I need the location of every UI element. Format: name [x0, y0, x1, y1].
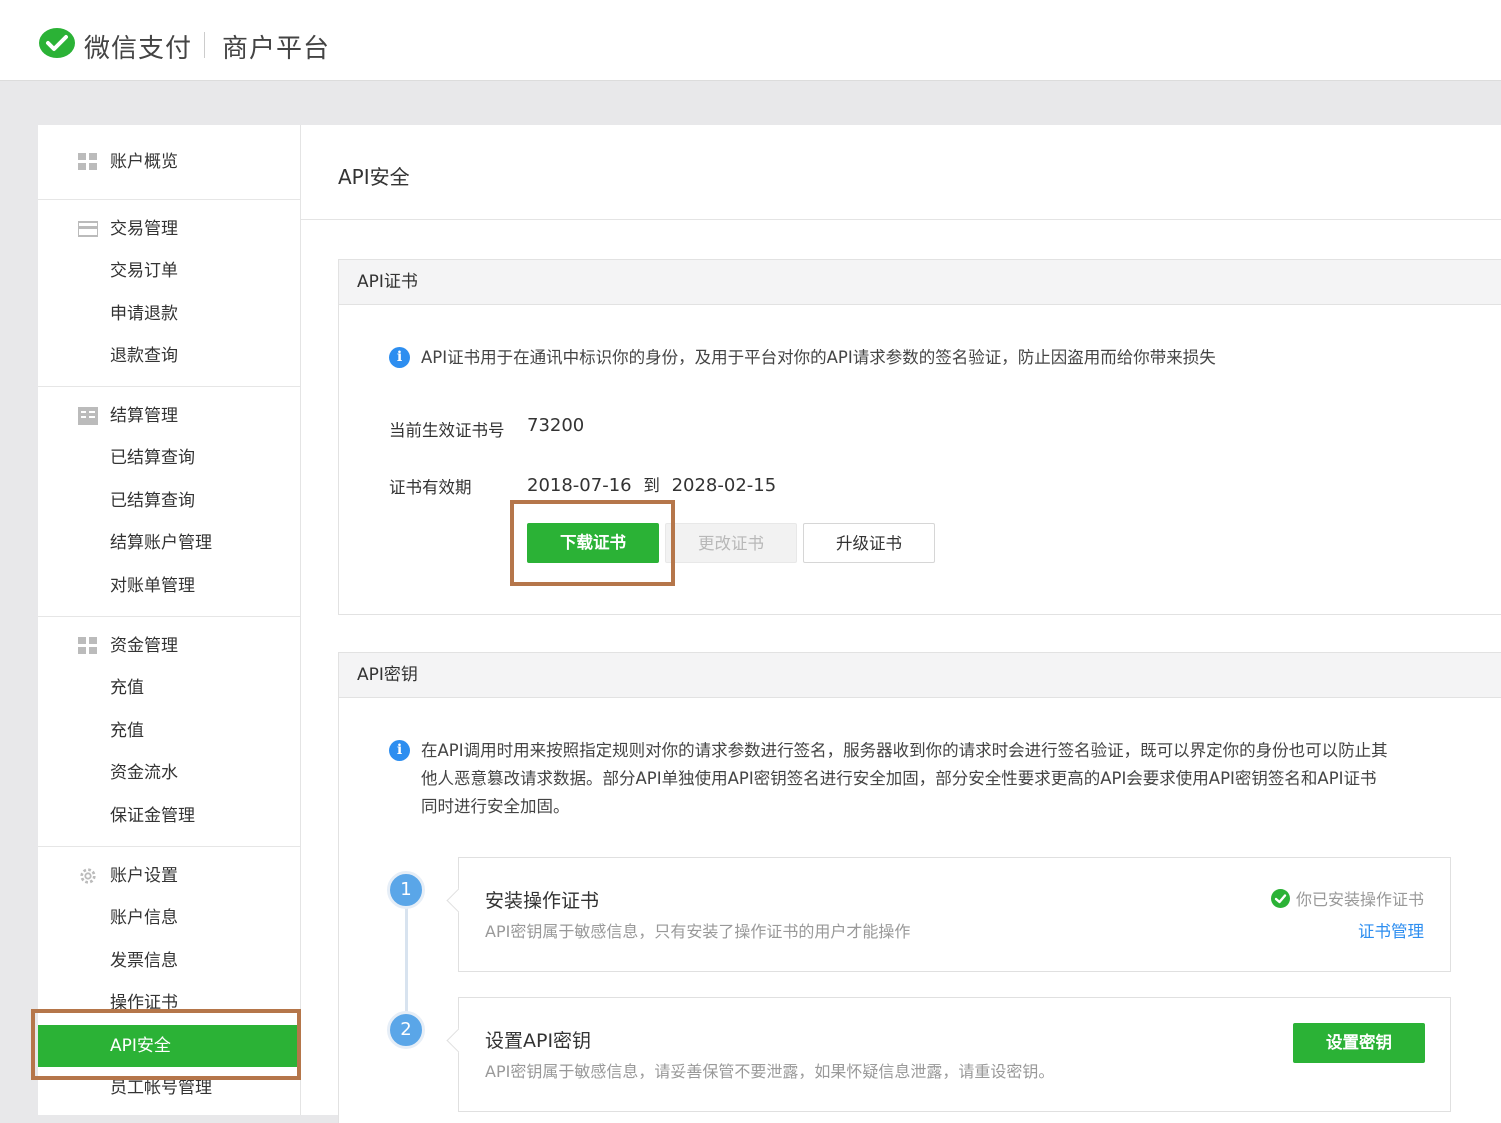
sidebar-item-fund-flow[interactable]: 资金流水: [38, 752, 300, 795]
brand-divider: [204, 32, 205, 58]
sidebar-item-operation-cert[interactable]: 操作证书: [38, 982, 300, 1025]
sidebar-item-trade-management[interactable]: 交易管理: [38, 208, 300, 250]
sidebar-item-account-info[interactable]: 账户信息: [38, 897, 300, 940]
status-text: 你已安装操作证书: [1295, 890, 1424, 909]
validity-label: 证书有效期: [389, 478, 472, 497]
step-number-1: 1: [387, 871, 425, 909]
cert-management-link[interactable]: 证书管理: [1358, 918, 1424, 942]
sidebar-item-settled-query-2[interactable]: 已结算查询: [38, 480, 300, 523]
panel-title: API密钥: [339, 653, 1501, 698]
nav-group-settlement: 结算管理 已结算查询 已结算查询 结算账户管理 对账单管理: [38, 387, 300, 617]
step-card-set-key: 设置API密钥 API密钥属于敏感信息，请妥善保管不要泄露，如果怀疑信息泄露，请…: [458, 997, 1451, 1112]
nav-group-account-settings: 账户设置 账户信息 发票信息 操作证书 API安全 员工帐号管理: [38, 847, 300, 1110]
cert-no-label: 当前生效证书号: [389, 421, 505, 440]
brand-name: 微信支付: [84, 34, 193, 64]
upgrade-cert-button[interactable]: 升级证书: [803, 523, 935, 563]
key-info-line-3: 同时进行安全加固。: [421, 797, 570, 816]
sidebar-item-recharge[interactable]: 充值: [38, 667, 300, 710]
set-key-button[interactable]: 设置密钥: [1293, 1023, 1425, 1063]
step-title: 设置API密钥: [485, 1030, 592, 1052]
validity-to-word: 到: [643, 476, 660, 495]
sidebar-item-settled-query[interactable]: 已结算查询: [38, 437, 300, 480]
key-info-notice: i 在API调用时用来按照指定规则对你的请求参数进行签名，服务器收到你的请求时会…: [389, 737, 1479, 821]
nav-head-label: 账户概览: [110, 152, 178, 172]
sidebar-item-apply-refund[interactable]: 申请退款: [38, 293, 300, 336]
sidebar: 账户概览 交易管理 交易订单 申请退款 退款查询 结算管理 已结算查询 已结算查…: [38, 125, 301, 1115]
nav-group-trade: 交易管理 交易订单 申请退款 退款查询: [38, 200, 300, 387]
sidebar-item-invoice-info[interactable]: 发票信息: [38, 940, 300, 983]
info-icon: i: [389, 347, 410, 368]
nav-head-label: 账户设置: [110, 866, 178, 886]
step-number-2: 2: [387, 1011, 425, 1049]
step-connector-line: [405, 905, 408, 1025]
sidebar-item-settlement-management[interactable]: 结算管理: [38, 395, 300, 437]
download-cert-button[interactable]: 下载证书: [527, 523, 659, 563]
sidebar-item-recharge-2[interactable]: 充值: [38, 710, 300, 753]
sidebar-item-funds-management[interactable]: 资金管理: [38, 625, 300, 667]
sidebar-item-account-overview[interactable]: 账户概览: [38, 141, 300, 183]
validity-to: 2028-02-15: [671, 475, 777, 496]
page-title: API安全: [338, 165, 410, 189]
step-desc: API密钥属于敏感信息，请妥善保管不要泄露，如果怀疑信息泄露，请重设密钥。: [485, 1062, 1055, 1081]
change-cert-button[interactable]: 更改证书: [665, 523, 797, 563]
step-desc: API密钥属于敏感信息，只有安装了操作证书的用户才能操作: [485, 922, 911, 941]
platform-name: 商户平台: [222, 34, 331, 64]
page-title-bar: API安全: [301, 125, 1501, 220]
cert-no-value: 73200: [527, 415, 585, 436]
cert-info-notice: i API证书用于在通讯中标识你的身份，及用于平台对你的API请求参数的签名验证…: [389, 344, 1216, 372]
nav-group-overview: 账户概览: [38, 125, 300, 200]
nav-head-label: 交易管理: [110, 219, 178, 239]
info-icon: i: [389, 740, 410, 761]
main-content: API安全 API证书 i API证书用于在通讯中标识你的身份，及用于平台对你的…: [301, 125, 1501, 1123]
wechat-pay-logo-icon: [39, 28, 75, 58]
cert-installed-status: 你已安装操作证书: [1270, 886, 1424, 910]
key-info-line-1: 在API调用时用来按照指定规则对你的请求参数进行签名，服务器收到你的请求时会进行…: [421, 741, 1388, 760]
sidebar-item-refund-query[interactable]: 退款查询: [38, 335, 300, 378]
step-title: 安装操作证书: [485, 890, 600, 912]
sidebar-item-deposit-management[interactable]: 保证金管理: [38, 795, 300, 838]
nav-group-funds: 资金管理 充值 充值 资金流水 保证金管理: [38, 617, 300, 847]
sidebar-item-api-security[interactable]: API安全: [38, 1024, 300, 1067]
top-header: 微信支付 商户平台: [0, 0, 1501, 81]
sidebar-item-staff-accounts[interactable]: 员工帐号管理: [38, 1067, 300, 1110]
nav-head-label: 结算管理: [110, 406, 178, 426]
validity-value: 2018-07-16 到 2028-02-15: [527, 472, 776, 496]
sidebar-item-account-settings[interactable]: 账户设置: [38, 855, 300, 897]
sidebar-item-settlement-account[interactable]: 结算账户管理: [38, 522, 300, 565]
sidebar-item-statement-management[interactable]: 对账单管理: [38, 565, 300, 608]
gear-icon: [80, 868, 96, 884]
sidebar-item-trade-orders[interactable]: 交易订单: [38, 250, 300, 293]
panel-title: API证书: [339, 260, 1501, 305]
ledger-icon: [78, 407, 98, 425]
grid-icon: [78, 637, 97, 654]
step-card-install-cert: 安装操作证书 API密钥属于敏感信息，只有安装了操作证书的用户才能操作 你已安装…: [458, 857, 1451, 972]
validity-from: 2018-07-16: [527, 475, 632, 496]
key-info-line-2: 他人恶意篡改请求数据。部分API单独使用API密钥签名进行安全加固，部分安全性要…: [421, 769, 1377, 788]
api-cert-panel: API证书 i API证书用于在通讯中标识你的身份，及用于平台对你的API请求参…: [338, 259, 1501, 615]
card-icon: [78, 221, 98, 237]
cert-info-text: API证书用于在通讯中标识你的身份，及用于平台对你的API请求参数的签名验证，防…: [421, 348, 1216, 367]
nav-head-label: 资金管理: [110, 636, 178, 656]
check-circle-icon: [1270, 889, 1290, 908]
grid-icon: [78, 153, 97, 170]
